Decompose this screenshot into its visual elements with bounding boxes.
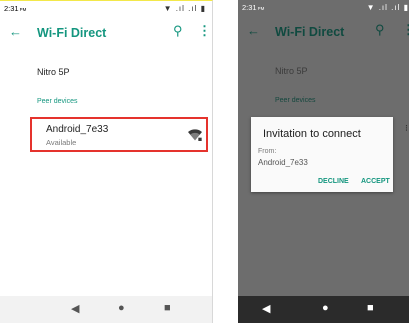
accept-button[interactable]: ACCEPT xyxy=(361,178,390,185)
right-phone-screen: 2:31PM ▼ .ıl .ıl ▮ ← Wi-Fi Direct ⚲ ⋮ Ni… xyxy=(238,0,409,323)
toolbar: ← Wi-Fi Direct ⚲ ⋮ xyxy=(0,15,212,47)
partial-icon-edge: ⁝ xyxy=(405,123,408,133)
wifi-signal-icon xyxy=(188,129,203,142)
page-title: Wi-Fi Direct xyxy=(37,26,107,40)
search-icon[interactable]: ⚲ xyxy=(173,23,183,39)
nav-back-icon[interactable]: ◀ xyxy=(71,302,79,315)
search-icon: ⚲ xyxy=(375,22,385,37)
this-device-name[interactable]: Nitro 5P xyxy=(37,67,70,77)
decline-button[interactable]: DECLINE xyxy=(318,178,349,185)
dialog-from-label: From: xyxy=(258,148,277,155)
status-ampm: PM xyxy=(257,6,265,11)
navigation-bar: ◀ ● ■ xyxy=(0,296,212,323)
peer-device-item[interactable]: Android_7e33 Available xyxy=(30,117,208,152)
status-bar: 2:31PM ▼ .ıl .ıl ▮ xyxy=(238,0,409,14)
more-options-icon: ⋮ xyxy=(402,22,409,37)
status-icons: ▼ .ıl .ıl ▮ xyxy=(366,3,409,12)
dialog-from-value: Android_7e33 xyxy=(258,158,308,167)
peer-device-status: Available xyxy=(46,138,77,147)
status-time-text: 2:31 xyxy=(242,3,257,12)
dialog-title: Invitation to connect xyxy=(263,128,361,140)
nav-recents-icon[interactable]: ■ xyxy=(164,302,171,314)
status-icons: ▼ .ıl .ıl ▮ xyxy=(163,4,206,13)
nav-home-icon[interactable]: ● xyxy=(118,302,125,314)
peer-devices-header: Peer devices xyxy=(275,97,316,104)
back-arrow-icon: ← xyxy=(247,23,260,38)
nav-recents-icon[interactable]: ■ xyxy=(367,302,374,314)
back-arrow-icon[interactable]: ← xyxy=(9,24,22,39)
page-title: Wi-Fi Direct xyxy=(275,25,345,39)
status-bar: 2:31PM ▼ .ıl .ıl ▮ xyxy=(0,1,212,15)
status-time-text: 2:31 xyxy=(4,4,19,13)
status-time: 2:31PM xyxy=(242,3,264,12)
nav-home-icon[interactable]: ● xyxy=(322,302,329,314)
peer-devices-header: Peer devices xyxy=(37,98,78,105)
status-ampm: PM xyxy=(19,7,27,12)
status-time: 2:31PM xyxy=(4,4,26,13)
navigation-bar: ◀ ● ■ xyxy=(238,296,409,323)
invitation-dialog: Invitation to connect From: Android_7e33… xyxy=(251,117,393,192)
more-options-icon[interactable]: ⋮ xyxy=(198,23,211,39)
peer-device-name: Android_7e33 xyxy=(46,124,109,135)
this-device-name: Nitro 5P xyxy=(275,66,308,76)
toolbar: ← Wi-Fi Direct ⚲ ⋮ xyxy=(238,14,409,46)
left-phone-screen: 2:31PM ▼ .ıl .ıl ▮ ← Wi-Fi Direct ⚲ ⋮ Ni… xyxy=(0,0,213,323)
nav-back-icon[interactable]: ◀ xyxy=(262,302,270,315)
